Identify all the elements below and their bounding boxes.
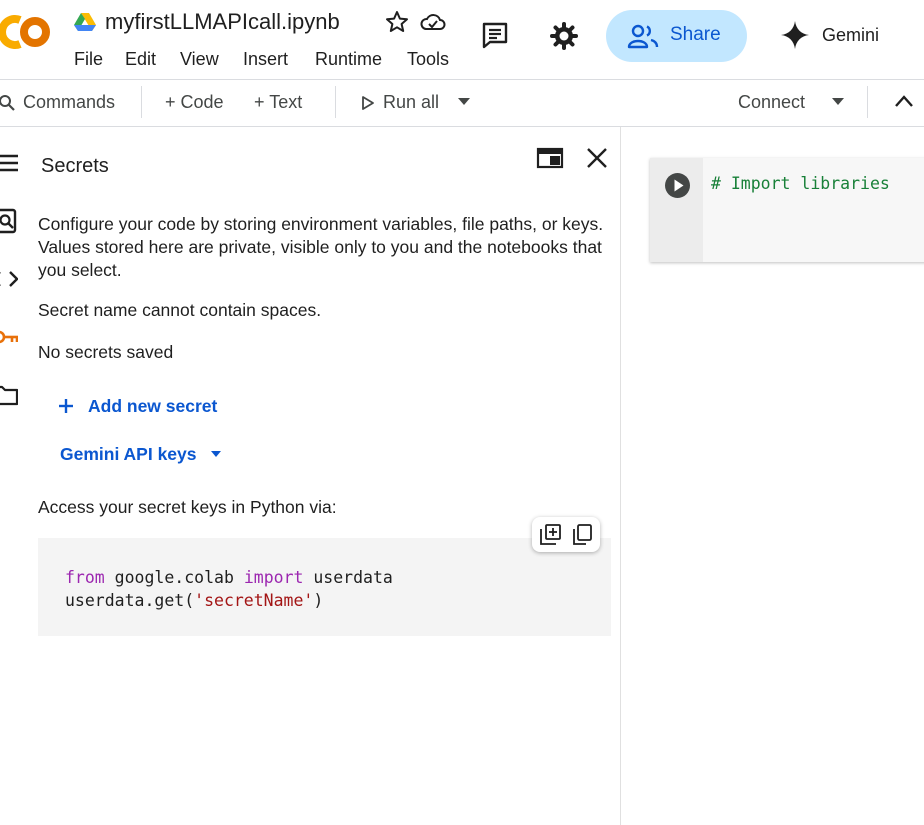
people-icon (627, 24, 659, 49)
run-all-button[interactable]: Run all (383, 92, 439, 113)
copy-icon[interactable] (572, 524, 593, 545)
plus-icon (59, 399, 73, 413)
close-icon[interactable] (585, 146, 609, 170)
code-snippets-icon[interactable] (0, 266, 18, 292)
code-keyword: from (65, 568, 105, 587)
menu-edit[interactable]: Edit (125, 49, 156, 70)
code-keyword: import (243, 568, 304, 587)
connect-button[interactable]: Connect (738, 92, 805, 113)
add-code-button[interactable]: + Code (165, 92, 224, 113)
key-icon[interactable] (0, 324, 18, 350)
cell-code-text[interactable]: # Import libraries (711, 174, 890, 193)
notebook-toolbar: Commands + Code + Text Run all Connect (0, 80, 924, 127)
play-outline-icon (362, 96, 374, 110)
snippet-toolbar (532, 517, 600, 552)
menu-tools[interactable]: Tools (407, 49, 449, 70)
code-call: userdata.get( (65, 591, 195, 610)
share-button[interactable]: Share (606, 10, 747, 62)
gemini-api-keys-dropdown[interactable]: Gemini API keys (60, 441, 223, 467)
code-string: 'secretName' (194, 591, 314, 610)
insert-code-icon[interactable] (540, 524, 561, 545)
notebook-title[interactable]: myfirstLLMAPIcall.ipynb (105, 9, 340, 35)
run-cell-icon[interactable] (664, 172, 691, 199)
cloud-saved-icon[interactable] (420, 10, 446, 34)
add-new-secret-label: Add new secret (88, 395, 218, 416)
code-module: google.colab (104, 568, 244, 587)
search-icon (0, 95, 15, 111)
secret-name-note: Secret name cannot contain spaces. (38, 300, 322, 320)
run-all-dropdown-icon[interactable] (457, 97, 471, 107)
menu-file[interactable]: File (74, 49, 103, 70)
panel-title: Secrets (41, 155, 109, 177)
caret-down-icon (210, 451, 221, 457)
secrets-description: Configure your code by storing environme… (38, 214, 604, 280)
open-in-tab-icon[interactable] (536, 146, 564, 170)
toolbar-divider (141, 86, 142, 118)
code-snippet[interactable]: from google.colab import userdata userda… (38, 538, 611, 636)
add-new-secret-button[interactable]: Add new secret (56, 393, 217, 419)
toolbar-divider (335, 86, 336, 118)
gemini-button[interactable]: Gemini (822, 25, 879, 46)
colab-logo[interactable] (0, 12, 54, 52)
gear-icon[interactable] (549, 21, 579, 51)
star-icon[interactable] (385, 10, 409, 34)
find-icon[interactable] (0, 208, 18, 234)
table-of-contents-icon[interactable] (0, 150, 18, 176)
share-label: Share (670, 24, 721, 45)
empty-state-text: No secrets saved (38, 342, 174, 362)
menu-runtime[interactable]: Runtime (315, 49, 382, 70)
connect-dropdown-icon[interactable] (831, 97, 845, 107)
access-keys-label: Access your secret keys in Python via: (38, 497, 337, 517)
folder-icon[interactable] (0, 382, 18, 408)
menu-insert[interactable]: Insert (243, 49, 288, 70)
comment-icon[interactable] (481, 21, 509, 49)
panel-divider[interactable] (620, 127, 621, 825)
chevron-up-icon[interactable] (894, 94, 914, 108)
commands-button[interactable]: Commands (23, 92, 115, 113)
gemini-api-keys-label: Gemini API keys (60, 443, 197, 464)
add-text-button[interactable]: + Text (254, 92, 302, 113)
gemini-sparkle-icon[interactable] (780, 20, 810, 50)
code-snippet-text: from google.colab import userdata userda… (65, 566, 393, 612)
toolbar-divider (867, 86, 868, 118)
app-header: myfirstLLMAPIcall.ipynb File Edit View I… (0, 0, 924, 80)
menu-view[interactable]: View (180, 49, 219, 70)
google-drive-icon[interactable] (74, 12, 96, 32)
code-paren: ) (313, 591, 324, 610)
code-name: userdata (303, 568, 393, 587)
